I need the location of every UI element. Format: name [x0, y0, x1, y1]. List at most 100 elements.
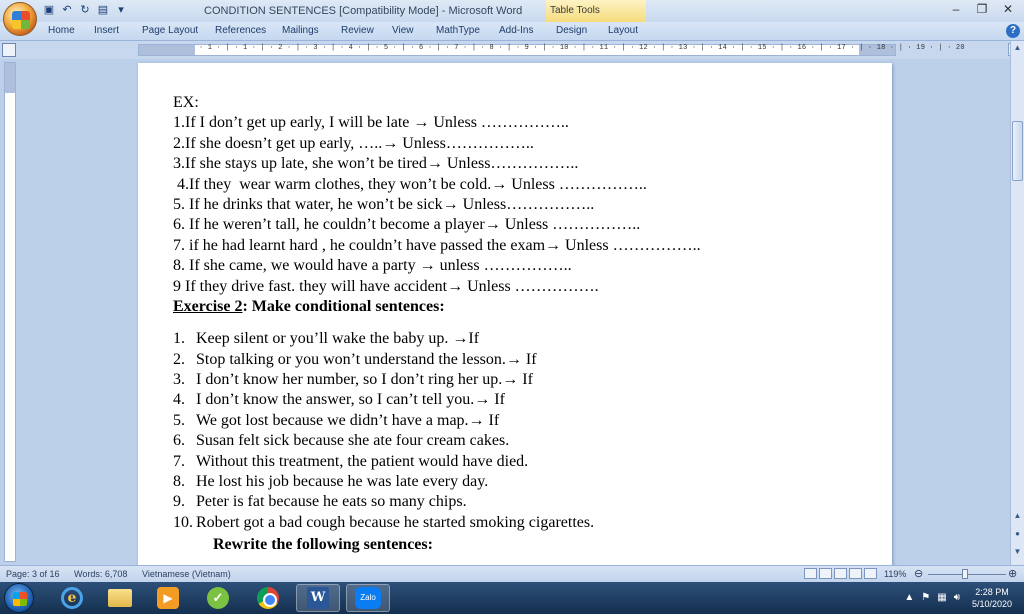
- taskbar-word[interactable]: W: [296, 584, 340, 612]
- zoom-level[interactable]: 119%: [884, 569, 906, 579]
- save-icon[interactable]: ▣: [42, 3, 56, 17]
- taskbar-chrome[interactable]: [246, 584, 290, 612]
- close-button[interactable]: ✕: [998, 2, 1018, 16]
- draft-icon[interactable]: [864, 568, 877, 579]
- tab-review[interactable]: Review: [341, 25, 374, 36]
- zoom-in-icon[interactable]: ⊕: [1008, 567, 1017, 580]
- restore-button[interactable]: ❐: [972, 2, 992, 16]
- ex-line: 4.If they wear warm clothes, they won’t …: [173, 175, 647, 193]
- taskbar: e ▶ ✓ W Zalo ▲ ⚑ ▦ 🔊︎ 2:28 PM 5/10/2020: [0, 582, 1024, 614]
- status-bar: Page: 3 of 16 Words: 6,708 Vietnamese (V…: [0, 565, 1024, 582]
- taskbar-media-player[interactable]: ▶: [146, 584, 190, 612]
- language-indicator[interactable]: Vietnamese (Vietnam): [142, 569, 231, 579]
- list-item-number: 10.: [173, 513, 193, 531]
- select-browse-object-icon[interactable]: ●: [1012, 529, 1023, 538]
- vruler-top-margin: [5, 63, 15, 93]
- quick-access-toolbar: ▣ ↶ ↻ ▤ ▾: [42, 3, 128, 17]
- office-button[interactable]: [3, 2, 37, 36]
- ex-line: 9 If they drive fast. they will have acc…: [173, 277, 599, 295]
- list-item-number: 5.: [173, 411, 185, 429]
- list-item-text: We got lost because we didn’t have a map…: [196, 411, 500, 429]
- exercise2-rest: : Make conditional sentences:: [242, 297, 445, 315]
- undo-icon[interactable]: ↶: [60, 3, 74, 17]
- ex-line: 6. If he weren’t tall, he couldn’t becom…: [173, 216, 641, 234]
- print-preview-icon[interactable]: ▤: [96, 3, 110, 17]
- list-item-number: 3.: [173, 371, 185, 389]
- network-icon[interactable]: ▦: [937, 592, 946, 603]
- flag-icon[interactable]: ⚑: [921, 592, 930, 603]
- scroll-page-down-icon[interactable]: ▼: [1012, 547, 1023, 556]
- chrome-icon: [257, 587, 279, 609]
- window-title: CONDITION SENTENCES [Compatibility Mode]…: [204, 5, 523, 17]
- tab-selector[interactable]: [2, 43, 16, 57]
- tab-view[interactable]: View: [392, 25, 414, 36]
- page-count[interactable]: Page: 3 of 16: [6, 569, 60, 579]
- document-text: EX: 1.If I don’t get up early, I will be…: [173, 93, 701, 556]
- start-icon: [13, 592, 27, 606]
- tab-layout[interactable]: Layout: [608, 25, 638, 36]
- tab-mailings[interactable]: Mailings: [282, 25, 319, 36]
- clock[interactable]: 2:28 PM 5/10/2020: [972, 586, 1012, 610]
- word-count[interactable]: Words: 6,708: [74, 569, 127, 579]
- speaker-icon[interactable]: 🔊︎: [954, 592, 960, 603]
- list-item-text: Keep silent or you’ll wake the baby up. …: [196, 330, 480, 348]
- web-layout-icon[interactable]: [834, 568, 847, 579]
- zoom-slider-thumb[interactable]: [962, 569, 968, 579]
- scrollbar-thumb[interactable]: [1012, 121, 1023, 181]
- vertical-ruler[interactable]: [4, 62, 16, 562]
- outline-icon[interactable]: [849, 568, 862, 579]
- list-item: 7. Without this treatment, the patient wo…: [173, 452, 701, 472]
- list-item-number: 6.: [173, 432, 185, 450]
- list-item-text: Peter is fat because he eats so many chi…: [196, 493, 467, 511]
- show-hidden-icons-icon[interactable]: ▲: [904, 592, 914, 603]
- vertical-scrollbar[interactable]: ▲ ▲ ● ▼: [1010, 41, 1024, 565]
- tab-add-ins[interactable]: Add-Ins: [499, 25, 533, 36]
- office-logo-icon: [12, 11, 30, 29]
- taskbar-zalo[interactable]: Zalo: [346, 584, 390, 612]
- customize-qat-icon[interactable]: ▾: [114, 3, 128, 17]
- scroll-page-up-icon[interactable]: ▲: [1012, 511, 1023, 520]
- tab-mathtype[interactable]: MathType: [436, 25, 480, 36]
- list-item: 10. Robert got a bad cough because he sta…: [173, 513, 701, 533]
- tab-insert[interactable]: Insert: [94, 25, 119, 36]
- list-item-text: Without this treatment, the patient woul…: [196, 452, 529, 470]
- tab-references[interactable]: References: [215, 25, 266, 36]
- list-item-text: Robert got a bad cough because he starte…: [196, 513, 595, 531]
- ex-line: 1.If I don’t get up early, I will be lat…: [173, 114, 569, 132]
- help-icon[interactable]: ?: [1006, 24, 1020, 38]
- tab-design[interactable]: Design: [556, 25, 587, 36]
- minimize-button[interactable]: –: [946, 2, 966, 16]
- zoom-out-icon[interactable]: ⊖: [914, 567, 923, 580]
- folder-icon: [108, 589, 132, 607]
- list-item-number: 8.: [173, 473, 185, 491]
- scroll-up-icon[interactable]: ▲: [1012, 43, 1023, 52]
- print-layout-icon[interactable]: [804, 568, 817, 579]
- list-item: 3. I don’t know her number, so I don’t ri…: [173, 370, 701, 390]
- tab-home[interactable]: Home: [48, 25, 75, 36]
- list-item-text: I don’t know her number, so I don’t ring…: [196, 371, 533, 389]
- start-button[interactable]: [4, 583, 34, 613]
- list-item-number: 1.: [173, 330, 185, 348]
- list-item-number: 2.: [173, 350, 185, 368]
- taskbar-green-app[interactable]: ✓: [196, 584, 240, 612]
- list-item: 1. Keep silent or you’ll wake the baby up…: [173, 329, 701, 349]
- tab-page-layout[interactable]: Page Layout: [142, 25, 198, 36]
- document-page[interactable]: EX: 1.If I don’t get up early, I will be…: [138, 63, 892, 565]
- table-tools-context-tab: Table Tools: [546, 0, 646, 22]
- view-buttons: [804, 568, 877, 579]
- list-item-text: Susan felt sick because she ate four cre…: [196, 432, 510, 450]
- horizontal-ruler[interactable]: · 1 · | · 1 · | · 2 · | · 3 · | · 4 · | …: [138, 44, 965, 56]
- exercise2-heading: Exercise 2: Make conditional sentences:: [173, 297, 701, 317]
- ruler-numbers: · 1 · | · 1 · | · 2 · | · 3 · | · 4 · | …: [199, 44, 965, 52]
- ex-line: 3.If she stays up late, she won’t be tir…: [173, 155, 579, 173]
- rewrite-heading: Rewrite the following sentences:: [213, 536, 433, 554]
- taskbar-explorer[interactable]: [98, 584, 142, 612]
- list-item: 6. Susan felt sick because she ate four c…: [173, 431, 701, 451]
- green-app-icon: ✓: [207, 587, 229, 609]
- list-item: 8. He lost his job because he was late ev…: [173, 472, 701, 492]
- full-screen-reading-icon[interactable]: [819, 568, 832, 579]
- taskbar-ie[interactable]: e: [50, 584, 94, 612]
- redo-icon[interactable]: ↻: [78, 3, 92, 17]
- list-item-number: 7.: [173, 452, 185, 470]
- clock-date: 5/10/2020: [971, 599, 1012, 609]
